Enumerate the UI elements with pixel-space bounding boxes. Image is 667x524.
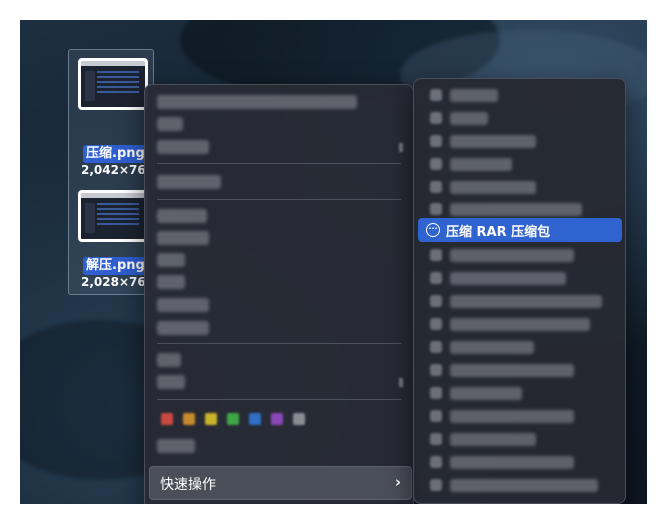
action-icon bbox=[430, 181, 442, 193]
action-icon bbox=[430, 341, 442, 353]
submenu-item-blurred[interactable] bbox=[450, 479, 598, 492]
more-circle-icon: ··· bbox=[426, 223, 440, 237]
action-icon bbox=[430, 364, 442, 376]
action-icon bbox=[430, 112, 442, 124]
action-icon bbox=[430, 410, 442, 422]
file-dimensions: 2,042×76 bbox=[81, 163, 146, 177]
action-icon bbox=[430, 387, 442, 399]
file-dimensions: 2,028×76 bbox=[81, 275, 146, 289]
menu-item-blurred[interactable] bbox=[157, 140, 209, 154]
menu-item-blurred[interactable] bbox=[157, 117, 183, 131]
menu-item-blurred[interactable] bbox=[157, 275, 185, 289]
tag-color-swatch[interactable] bbox=[271, 413, 283, 425]
context-menu: 快速操作 › bbox=[144, 84, 414, 504]
menu-divider bbox=[157, 199, 401, 200]
submenu-item-blurred[interactable] bbox=[450, 181, 536, 194]
desktop: 压缩.png 2,042×76 解压.png 2,028×76 快速操作 › ·… bbox=[20, 20, 647, 504]
submenu-item-blurred[interactable] bbox=[450, 203, 582, 216]
submenu-item-blurred[interactable] bbox=[450, 341, 534, 354]
menu-item-blurred[interactable] bbox=[157, 209, 207, 223]
submenu-item-blurred[interactable] bbox=[450, 135, 536, 148]
tag-color-swatch[interactable] bbox=[293, 413, 305, 425]
menu-item-blurred[interactable] bbox=[157, 439, 195, 453]
file-name: 解压.png bbox=[83, 257, 148, 275]
action-icon bbox=[430, 203, 442, 215]
action-icon bbox=[430, 249, 442, 261]
action-icon bbox=[430, 318, 442, 330]
chevron-right-icon bbox=[399, 378, 403, 387]
action-icon bbox=[430, 456, 442, 468]
chevron-right-icon: › bbox=[394, 473, 401, 491]
tag-color-swatch[interactable] bbox=[227, 413, 239, 425]
menu-item-blurred[interactable] bbox=[157, 95, 357, 109]
menu-divider bbox=[157, 399, 401, 400]
submenu-item-blurred[interactable] bbox=[450, 295, 602, 308]
submenu-item-blurred[interactable] bbox=[450, 89, 498, 102]
submenu-item-blurred[interactable] bbox=[450, 456, 574, 469]
menu-divider bbox=[157, 163, 401, 164]
submenu-item-blurred[interactable] bbox=[450, 272, 566, 285]
tag-color-swatch[interactable] bbox=[183, 413, 195, 425]
submenu-item-blurred[interactable] bbox=[450, 158, 512, 171]
submenu-item-blurred[interactable] bbox=[450, 249, 574, 262]
submenu-item-blurred[interactable] bbox=[450, 364, 574, 377]
action-icon bbox=[430, 433, 442, 445]
action-icon bbox=[430, 479, 442, 491]
file-name: 压缩.png bbox=[83, 145, 148, 163]
submenu-item-label: 压缩 RAR 压缩包 bbox=[446, 225, 551, 240]
action-icon bbox=[430, 158, 442, 170]
submenu-item-blurred[interactable] bbox=[450, 318, 590, 331]
tag-color-swatch[interactable] bbox=[205, 413, 217, 425]
tag-color-swatch[interactable] bbox=[249, 413, 261, 425]
file-thumbnail bbox=[78, 58, 148, 110]
chevron-right-icon bbox=[399, 143, 403, 152]
menu-divider bbox=[157, 343, 401, 344]
action-icon bbox=[430, 272, 442, 284]
menu-item-blurred[interactable] bbox=[157, 375, 185, 389]
menu-item-blurred[interactable] bbox=[157, 321, 209, 335]
submenu-item-blurred[interactable] bbox=[450, 433, 536, 446]
action-icon bbox=[430, 89, 442, 101]
quick-actions-item[interactable]: 快速操作 › bbox=[149, 466, 412, 500]
tag-color-row bbox=[161, 413, 305, 429]
quick-actions-label: 快速操作 bbox=[160, 477, 216, 493]
action-icon bbox=[430, 135, 442, 147]
submenu-item-compress-rar[interactable]: ··· 压缩 RAR 压缩包 bbox=[418, 218, 622, 242]
menu-item-blurred[interactable] bbox=[157, 353, 181, 367]
submenu-item-blurred[interactable] bbox=[450, 410, 574, 423]
file-thumbnail bbox=[78, 190, 148, 242]
action-icon bbox=[430, 295, 442, 307]
menu-item-blurred[interactable] bbox=[157, 253, 185, 267]
menu-item-blurred[interactable] bbox=[157, 298, 209, 312]
submenu-item-blurred[interactable] bbox=[450, 112, 488, 125]
quick-actions-submenu: ··· 压缩 RAR 压缩包 bbox=[413, 78, 626, 504]
menu-item-blurred[interactable] bbox=[157, 175, 221, 189]
tag-color-swatch[interactable] bbox=[161, 413, 173, 425]
submenu-item-blurred[interactable] bbox=[450, 387, 522, 400]
menu-item-blurred[interactable] bbox=[157, 231, 209, 245]
